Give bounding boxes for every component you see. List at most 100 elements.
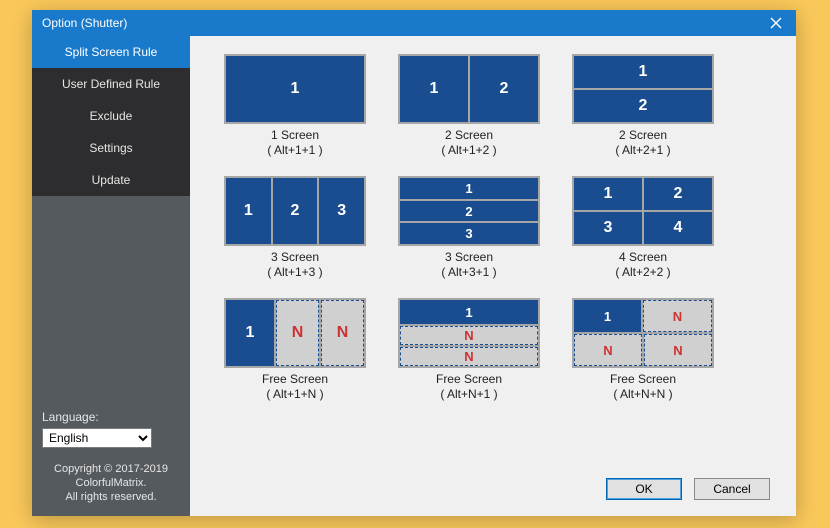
layout-title: Free Screen: [610, 372, 676, 387]
sidebar-item-label: Split Screen Rule: [65, 45, 158, 59]
layout-cell: 1: [226, 56, 364, 122]
button-label: Cancel: [713, 482, 750, 496]
layout-shortcut: ( Alt+N+N ): [610, 387, 676, 402]
layout-cell: 1: [574, 300, 641, 332]
sidebar-item-label: Settings: [89, 141, 132, 155]
layout-cell-n: N: [400, 326, 538, 345]
layout-preview: 1 2 3: [224, 176, 366, 246]
sidebar-item-update[interactable]: Update: [32, 164, 190, 196]
titlebar: Option (Shutter): [32, 10, 796, 36]
layout-cell: 2: [574, 90, 712, 122]
sidebar-nav: Split Screen Rule User Defined Rule Excl…: [32, 36, 190, 196]
layout-tile-1screen[interactable]: 1 1 Screen ( Alt+1+1 ): [220, 54, 370, 158]
layout-title: 3 Screen: [441, 250, 496, 265]
layout-row: 3 4: [574, 212, 712, 244]
sidebar-item-split-screen-rule[interactable]: Split Screen Rule: [32, 36, 190, 68]
layout-shortcut: ( Alt+3+1 ): [441, 265, 496, 280]
language-select[interactable]: English: [42, 428, 152, 448]
layout-preview: 1: [224, 54, 366, 124]
layout-cell: 1: [400, 56, 468, 122]
layout-cell: 3: [319, 178, 364, 244]
layout-cell: 1: [574, 178, 642, 210]
layout-title: 2 Screen: [441, 128, 496, 143]
layout-title: Free Screen: [262, 372, 328, 387]
dialog-footer: OK Cancel: [220, 472, 776, 506]
close-button[interactable]: [756, 10, 796, 36]
sidebar-item-settings[interactable]: Settings: [32, 132, 190, 164]
layout-label: 3 Screen ( Alt+3+1 ): [441, 250, 496, 280]
layout-cell-n: N: [643, 300, 712, 332]
layout-label: 4 Screen ( Alt+2+2 ): [615, 250, 670, 280]
layout-cell: 3: [400, 223, 538, 244]
cancel-button[interactable]: Cancel: [694, 478, 770, 500]
layout-tile-3screen-v[interactable]: 1 2 3 3 Screen ( Alt+3+1 ): [394, 176, 544, 280]
layout-shortcut: ( Alt+1+2 ): [441, 143, 496, 158]
sidebar-item-label: Exclude: [90, 109, 133, 123]
layout-tile-3screen-h[interactable]: 1 2 3 3 Screen ( Alt+1+3 ): [220, 176, 370, 280]
layout-preview: 1 2: [572, 54, 714, 124]
layout-cell-n: N: [276, 300, 319, 366]
layout-cell: 2: [644, 178, 712, 210]
copyright-line: Copyright © 2017-2019: [42, 462, 180, 476]
layout-tile-free-nn[interactable]: 1 N N N Free Screen ( Alt+N+N ): [568, 298, 718, 402]
layout-shortcut: ( Alt+1+3 ): [267, 265, 322, 280]
close-icon: [770, 17, 782, 29]
layout-cell: 1: [400, 300, 538, 324]
layout-cell-n: N: [574, 334, 642, 366]
layout-preview: 1 N N: [224, 298, 366, 368]
layout-shortcut: ( Alt+N+1 ): [436, 387, 502, 402]
layout-title: 3 Screen: [267, 250, 322, 265]
options-window: Option (Shutter) Split Screen Rule User …: [32, 10, 796, 516]
copyright-line: ColorfulMatrix.: [42, 476, 180, 490]
layout-cell-n: N: [400, 347, 538, 366]
copyright-line: All rights reserved.: [42, 490, 180, 504]
button-label: OK: [635, 482, 652, 496]
sidebar: Split Screen Rule User Defined Rule Excl…: [32, 36, 190, 516]
layout-tile-free-n1[interactable]: 1 N N Free Screen ( Alt+N+1 ): [394, 298, 544, 402]
layout-tile-2screen-h[interactable]: 1 2 2 Screen ( Alt+1+2 ): [394, 54, 544, 158]
layout-label: Free Screen ( Alt+N+1 ): [436, 372, 502, 402]
sidebar-bottom: Language: English Copyright © 2017-2019 …: [32, 402, 190, 516]
copyright: Copyright © 2017-2019 ColorfulMatrix. Al…: [42, 462, 180, 504]
layout-preview: 1 2 3 4: [572, 176, 714, 246]
layout-preview: 1 2 3: [398, 176, 540, 246]
window-body: Split Screen Rule User Defined Rule Excl…: [32, 36, 796, 516]
layout-cell: 1: [574, 56, 712, 88]
layout-grid: 1 1 Screen ( Alt+1+1 ) 1 2 2 Screen: [220, 54, 776, 402]
layout-shortcut: ( Alt+1+1 ): [267, 143, 322, 158]
layout-shortcut: ( Alt+1+N ): [262, 387, 328, 402]
layout-label: 2 Screen ( Alt+1+2 ): [441, 128, 496, 158]
layout-shortcut: ( Alt+2+2 ): [615, 265, 670, 280]
layout-cell: 3: [574, 212, 642, 244]
layout-label: 2 Screen ( Alt+2+1 ): [615, 128, 670, 158]
sidebar-item-label: User Defined Rule: [62, 77, 160, 91]
ok-button[interactable]: OK: [606, 478, 682, 500]
layout-cell: 2: [400, 201, 538, 222]
layout-shortcut: ( Alt+2+1 ): [615, 143, 670, 158]
language-label: Language:: [42, 410, 180, 424]
main-panel: 1 1 Screen ( Alt+1+1 ) 1 2 2 Screen: [190, 36, 796, 516]
layout-row: 1 N: [574, 300, 712, 332]
layout-cell: 1: [400, 178, 538, 199]
sidebar-item-label: Update: [92, 173, 131, 187]
layout-cell-n: N: [644, 334, 712, 366]
layout-row: 1 2: [574, 178, 712, 210]
layout-tile-4screen[interactable]: 1 2 3 4 4 Screen ( Alt+2+2 ): [568, 176, 718, 280]
sidebar-item-exclude[interactable]: Exclude: [32, 100, 190, 132]
sidebar-item-user-defined-rule[interactable]: User Defined Rule: [32, 68, 190, 100]
layout-title: 2 Screen: [615, 128, 670, 143]
sidebar-spacer: [32, 196, 190, 402]
layout-cell: 4: [644, 212, 712, 244]
layout-title: Free Screen: [436, 372, 502, 387]
layout-label: 3 Screen ( Alt+1+3 ): [267, 250, 322, 280]
layout-label: Free Screen ( Alt+1+N ): [262, 372, 328, 402]
layout-preview: 1 N N N: [572, 298, 714, 368]
layout-title: 1 Screen: [267, 128, 322, 143]
layout-preview: 1 N N: [398, 298, 540, 368]
window-title: Option (Shutter): [42, 16, 756, 30]
layout-cell: 1: [226, 300, 274, 366]
layout-title: 4 Screen: [615, 250, 670, 265]
layout-cell: 2: [470, 56, 538, 122]
layout-tile-free-1n[interactable]: 1 N N Free Screen ( Alt+1+N ): [220, 298, 370, 402]
layout-tile-2screen-v[interactable]: 1 2 2 Screen ( Alt+2+1 ): [568, 54, 718, 158]
